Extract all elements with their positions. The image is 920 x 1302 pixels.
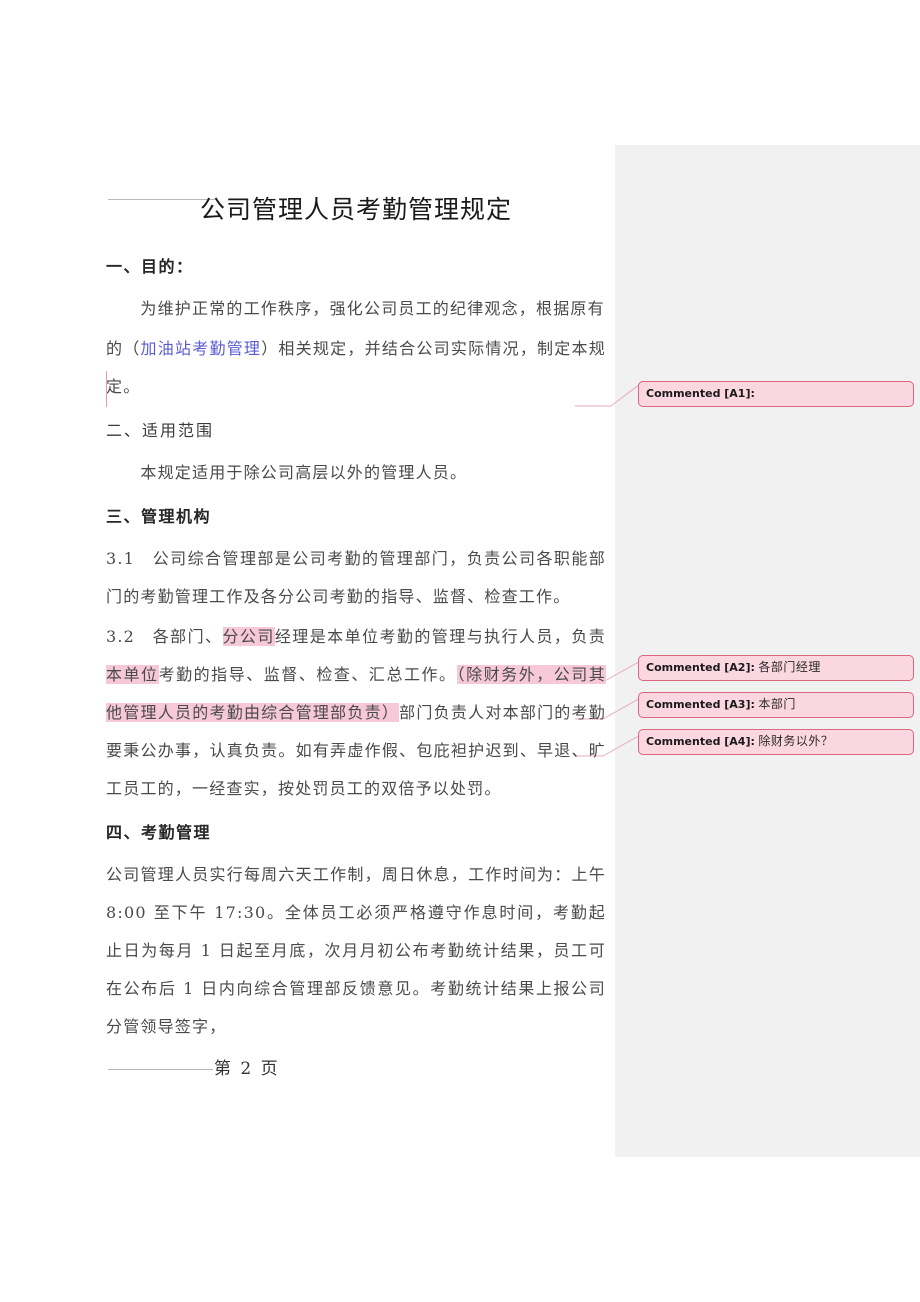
comment-text-a2: 各部门经理 [758,660,821,674]
comment-label-a4: Commented [A4]: [646,735,755,748]
highlight-run-2: 本单位 [106,665,159,684]
paragraph-clause-3-1: 3.1 公司综合管理部是公司考勤的管理部门，负责公司各职能部门的考勤管理工作及各… [106,549,606,606]
inserted-text-run: 加油站考勤管理 [140,339,262,358]
clause-3-2-mid-1: 经理是本单位考勤的管理与执行人员，负责 [274,627,606,646]
highlight-run-1: 分公司 [222,627,275,646]
comment-margin-pane [615,145,920,1157]
paragraph-clause-3-2: 3.2 各部门、分公司经理是本单位考勤的管理与执行人员，负责本单位考勤的指导、监… [106,618,606,808]
heading-attendance-management: 四、考勤管理 [106,823,212,842]
heading-purpose: 一、目的： [106,257,194,276]
document-page: 公司管理人员考勤管理规定 一、目的： 为维护正常的工作秩序，强化公司员工的纪律观… [0,0,920,1302]
paragraph-purpose-revision: 的（加油站考勤管理）相关规定，并结合公司实际情况，制定本规定。 [106,330,606,406]
paragraph-attendance-management: 公司管理人员实行每周六天工作制，周日休息，工作时间为：上午8:00 至下午 17… [106,865,606,1036]
comment-label-a1: Commented [A1]: [646,387,755,400]
page-title: 公司管理人员考勤管理规定 [199,195,512,224]
comment-label-a3: Commented [A3]: [646,698,755,711]
comment-balloon-a1[interactable]: Commented [A1]: [638,381,914,407]
comment-label-a2: Commented [A2]: [646,661,755,674]
clause-3-2-mid-2: 考勤的指导、监督、检查、汇总工作。 [158,665,457,684]
comment-text-a3: 本部门 [758,697,796,711]
comment-balloon-a2[interactable]: Commented [A2]: 各部门经理 [638,655,914,681]
revision-prefix: 的（ [106,339,141,358]
heading-management-body: 三、管理机构 [106,507,212,526]
paragraph-scope: 本规定适用于除公司高层以外的管理人员。 [106,463,468,482]
comment-text-a4: 除财务以外？ [758,734,834,748]
heading-scope: 二、适用范围 [106,421,215,440]
comment-balloon-a4[interactable]: Commented [A4]: 除财务以外？ [638,729,914,755]
page-footer: 第 2 页 [106,1052,466,1086]
revision-change-bar [106,371,107,407]
footer-rule [108,1069,213,1070]
comment-balloon-a3[interactable]: Commented [A3]: 本部门 [638,692,914,718]
paragraph-purpose-line1: 为维护正常的工作秩序，强化公司员工的纪律观念，根据原有 [106,299,605,318]
document-text-column: 公司管理人员考勤管理规定 一、目的： 为维护正常的工作秩序，强化公司员工的纪律观… [106,190,606,1048]
footer-page-number: 第 2 页 [214,1059,280,1079]
clause-3-2-prefix: 3.2 各部门、 [106,627,223,646]
